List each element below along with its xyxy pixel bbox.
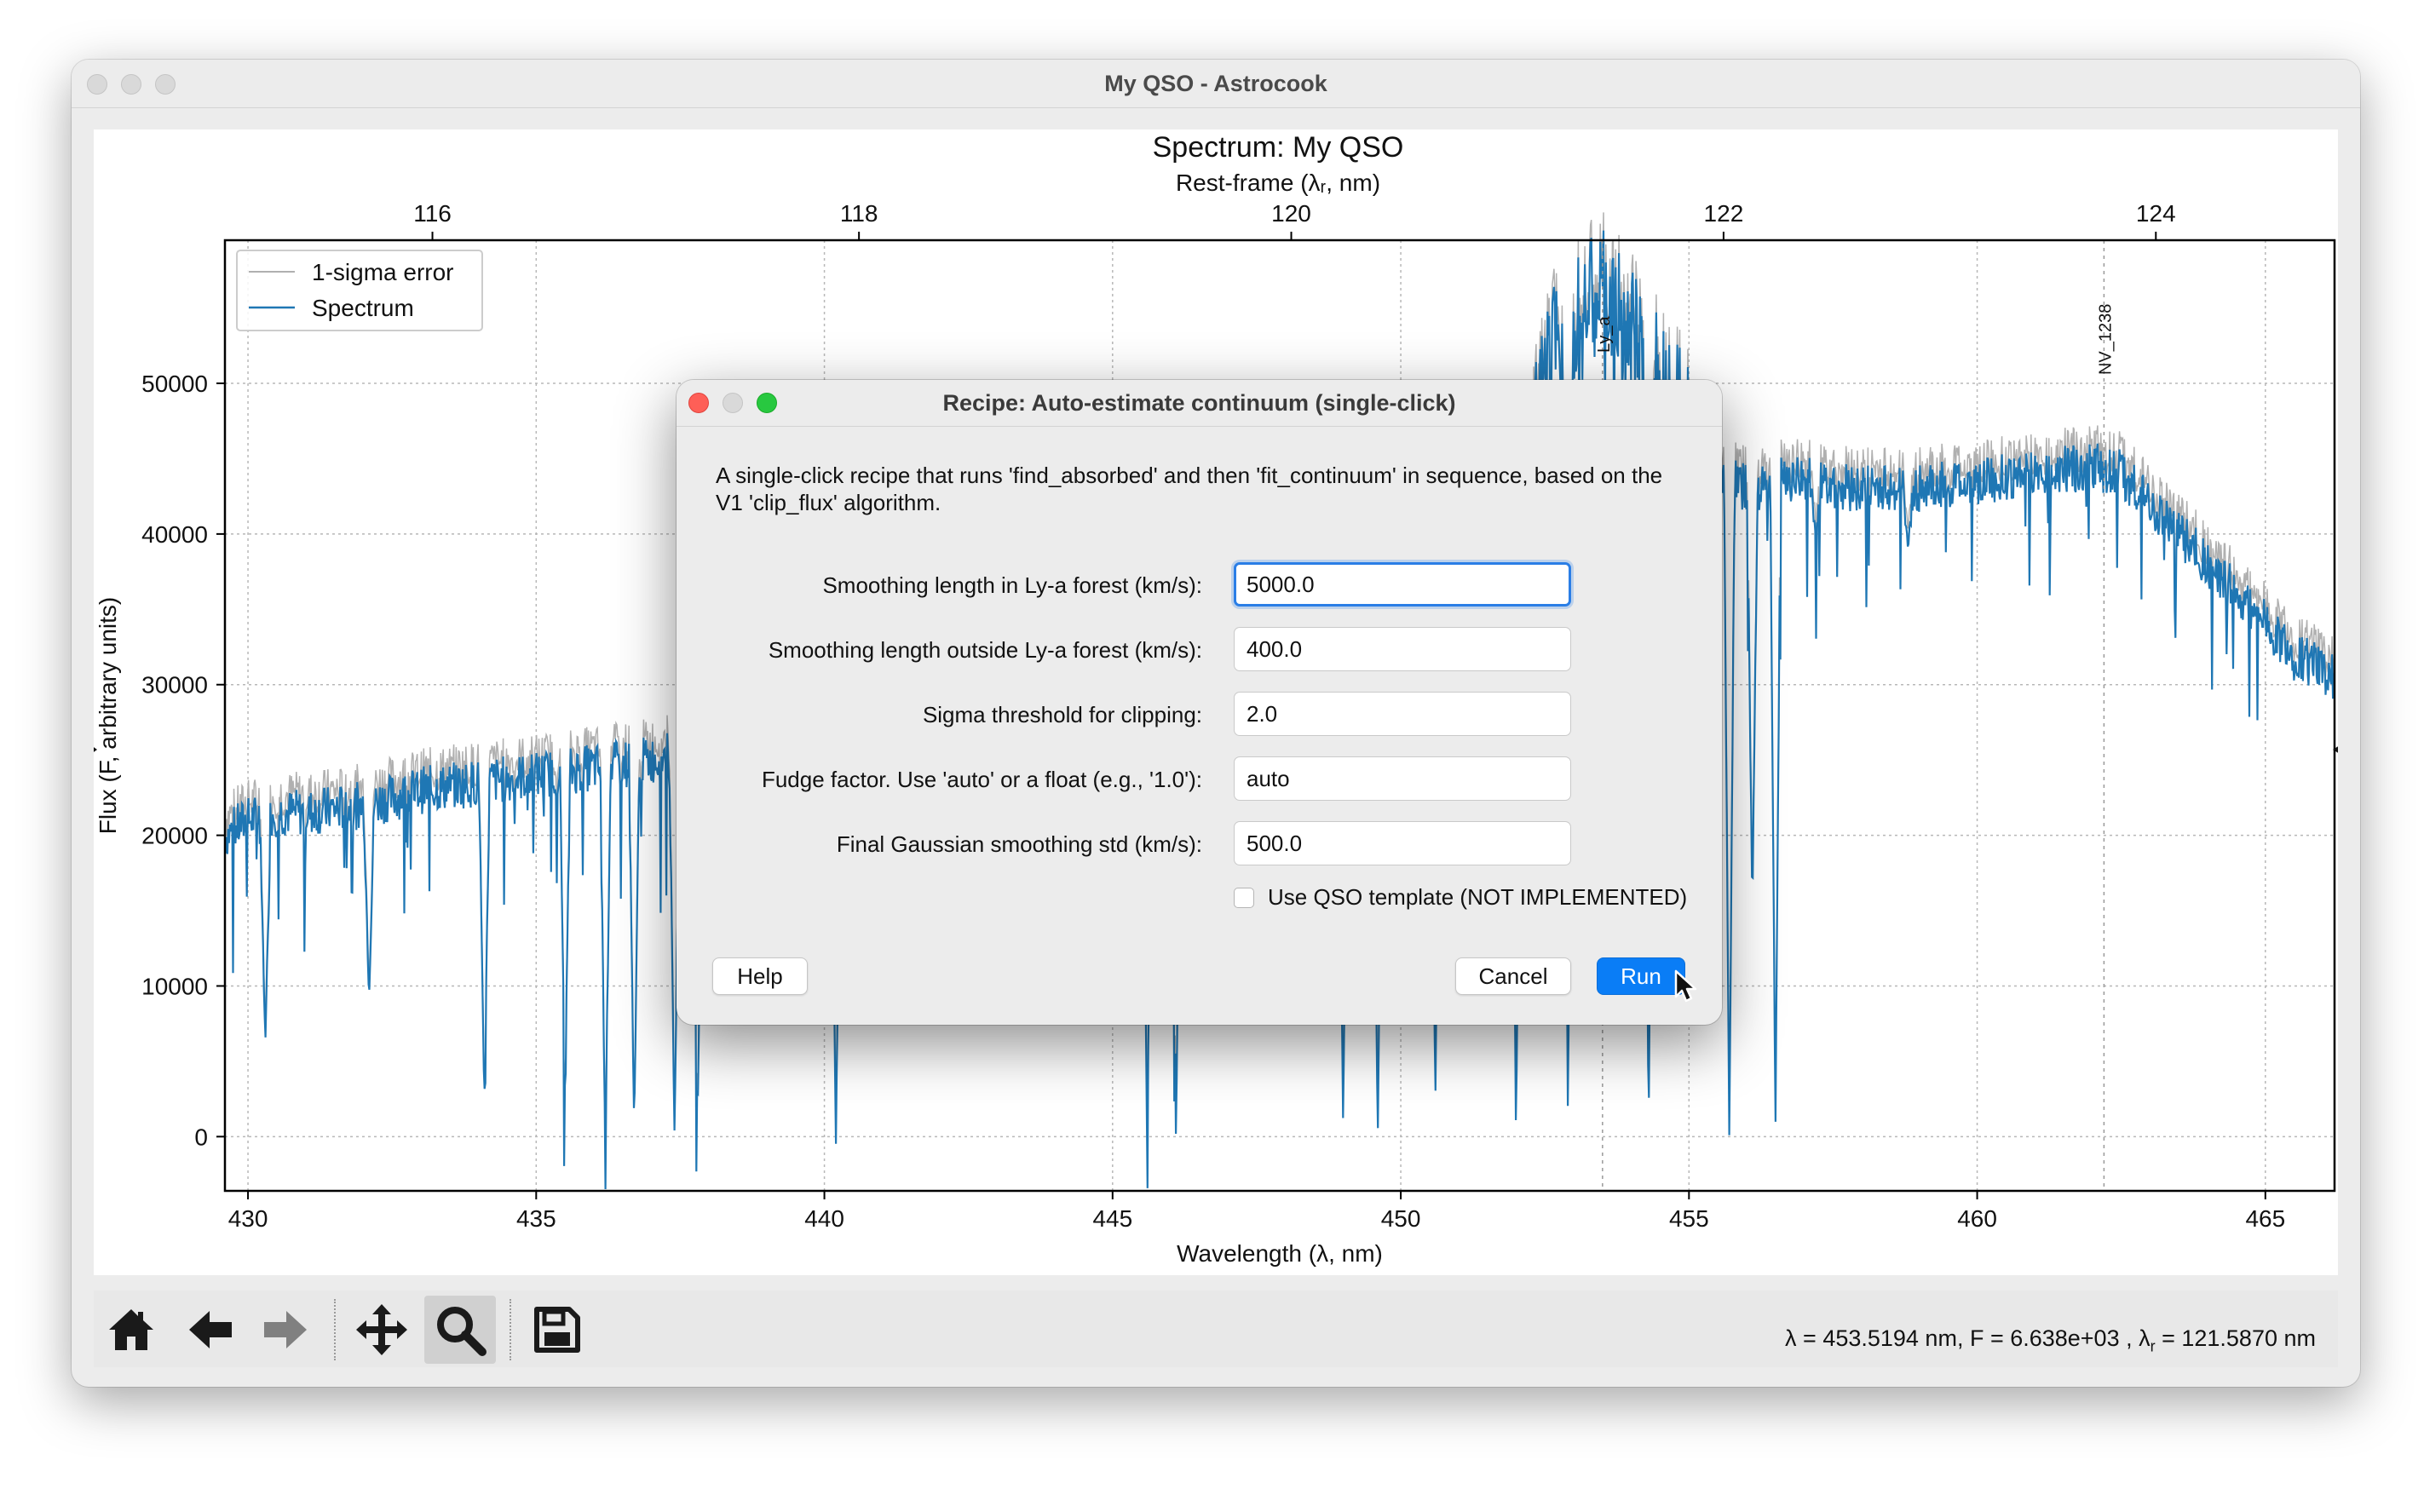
line-marker-label: Ly_a [1595, 315, 1614, 353]
recipe-description: A single-click recipe that runs 'find_ab… [716, 463, 1663, 515]
x-tick-label: 465 [2245, 1205, 2285, 1232]
smoothing-forest-input[interactable] [1234, 562, 1571, 607]
qso-template-option[interactable]: Use QSO template (NOT IMPLEMENTED) [1234, 884, 1687, 911]
home-icon [109, 1309, 153, 1350]
magnifier-icon [437, 1307, 487, 1356]
window-titlebar: My QSO - Astrocook [72, 60, 2360, 108]
field-label-smoothing-outside: Smoothing length outside Ly-a forest (km… [768, 637, 1202, 663]
x2-axis-label: Rest-frame (λᵣ, nm) [1176, 170, 1380, 196]
field-label-fudge-factor: Fudge factor. Use 'auto' or a float (e.g… [761, 767, 1202, 792]
field-label-sigma-threshold: Sigma threshold for clipping: [922, 702, 1202, 727]
window-title: My QSO - Astrocook [1104, 71, 1327, 96]
field-label-smoothing-forest: Smoothing length in Ly-a forest (km/s): [822, 572, 1202, 598]
x-tick-label: 445 [1092, 1205, 1132, 1232]
x-tick-label: 430 [228, 1205, 268, 1232]
cursor-coordinates-readout: λ = 453.5194 nm, F = 6.638e+03 , λr = 12… [1785, 1325, 2316, 1355]
smoothing-outside-input[interactable] [1234, 627, 1571, 671]
home-button[interactable] [95, 1296, 167, 1364]
status-suffix: = 121.5870 nm [2155, 1325, 2316, 1351]
arrow-right-icon [264, 1311, 307, 1348]
floppy-disk-icon [534, 1307, 580, 1353]
legend-label-error: 1-sigma error [312, 259, 453, 285]
x-axis-label: Wavelength (λ, nm) [1177, 1240, 1383, 1267]
pan-button[interactable] [346, 1296, 417, 1364]
recipe-dialog: Recipe: Auto-estimate continuum (single-… [677, 380, 1722, 1025]
back-button[interactable] [174, 1296, 245, 1364]
x-tick-label: 440 [804, 1205, 844, 1232]
x-tick-label: 455 [1669, 1205, 1709, 1232]
dialog-titlebar: Recipe: Auto-estimate continuum (single-… [677, 380, 1722, 427]
mouse-cursor-icon [1674, 969, 1697, 1003]
x2-tick-label: 124 [2136, 200, 2176, 227]
y-tick-label: 40000 [141, 521, 208, 548]
help-button[interactable]: Help [712, 957, 808, 995]
toolbar-separator [334, 1299, 336, 1360]
x-tick-label: 435 [516, 1205, 556, 1232]
navigation-toolbar: λ = 453.5194 nm, F = 6.638e+03 , λr = 12… [94, 1291, 2338, 1367]
move-icon [356, 1304, 407, 1355]
save-button[interactable] [521, 1296, 593, 1364]
y-axis-label: Flux (F, arbitrary units) [95, 597, 121, 835]
zoom-button[interactable] [424, 1296, 496, 1364]
fudge-factor-input[interactable] [1234, 756, 1571, 801]
x2-tick-label: 120 [1271, 200, 1311, 227]
line-marker-label: NV_1238 [2096, 304, 2115, 375]
y-tick-label: 30000 [141, 672, 208, 699]
status-prefix: λ = 453.5194 nm, F = 6.638e+03 , λ [1785, 1325, 2151, 1351]
legend-label-spectrum: Spectrum [312, 295, 414, 321]
gaussian-smoothing-input[interactable] [1234, 821, 1571, 865]
dialog-title: Recipe: Auto-estimate continuum (single-… [942, 390, 1456, 416]
field-label-gaussian-smoothing: Final Gaussian smoothing std (km/s): [836, 831, 1202, 857]
x2-tick-label: 122 [1704, 200, 1744, 227]
y-tick-label: 20000 [141, 823, 208, 849]
qso-template-label: Use QSO template (NOT IMPLEMENTED) [1268, 884, 1688, 910]
x-tick-label: 460 [1957, 1205, 1997, 1232]
qso-template-checkbox[interactable] [1234, 887, 1254, 908]
run-button[interactable]: Run [1597, 957, 1685, 995]
y-tick-label: 50000 [141, 371, 208, 397]
x2-tick-label: 118 [840, 200, 878, 227]
arrow-left-icon [189, 1311, 232, 1348]
y-tick-label: 0 [194, 1124, 208, 1150]
y-tick-label: 10000 [141, 973, 208, 999]
chart-title: Spectrum: My QSO [1153, 131, 1404, 164]
x2-tick-label: 116 [413, 200, 452, 227]
x-tick-label: 450 [1381, 1205, 1421, 1232]
sigma-threshold-input[interactable] [1234, 692, 1571, 736]
forward-button[interactable] [250, 1296, 322, 1364]
toolbar-separator [510, 1299, 511, 1360]
cancel-button[interactable]: Cancel [1455, 957, 1571, 995]
